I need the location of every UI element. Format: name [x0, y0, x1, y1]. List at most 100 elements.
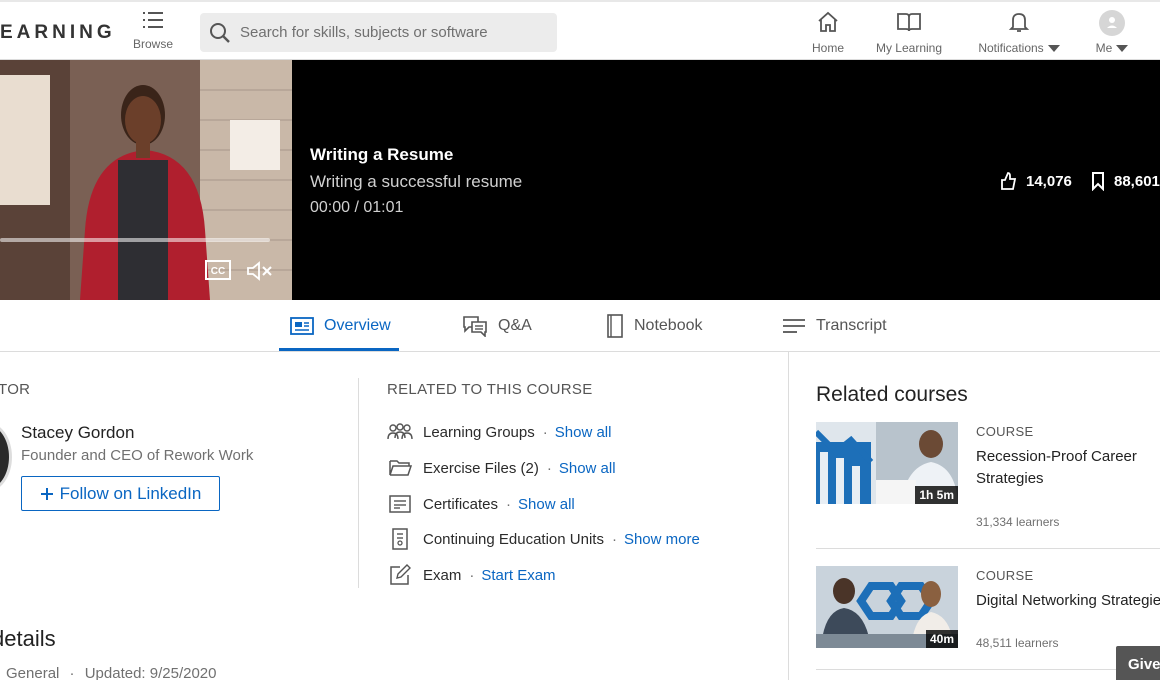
tab-notebook-label: Notebook [634, 317, 703, 334]
related-label: Certificates [423, 495, 499, 513]
course-thumbnail[interactable]: 40m [816, 566, 958, 648]
video-subtitle: Writing a successful resume [310, 172, 523, 191]
show-all-link[interactable]: Show all [555, 424, 612, 441]
nav-notifications-label: Notifications [978, 41, 1044, 55]
related-courses-heading: Related courses [816, 383, 968, 406]
nav-home-label: Home [811, 41, 844, 55]
tab-overview[interactable]: Overview [290, 313, 391, 339]
search-box [200, 13, 557, 52]
save-button[interactable]: 88,601 [1090, 171, 1160, 191]
video-player[interactable]: CC [0, 60, 292, 300]
groups-icon [387, 421, 413, 443]
start-exam-link[interactable]: Start Exam [481, 567, 555, 584]
logo[interactable]: EARNING [0, 22, 116, 44]
related-row-ceu: Continuing Education Units · Show more [387, 527, 700, 551]
tab-transcript[interactable]: Transcript [782, 313, 887, 339]
ceu-icon [387, 528, 413, 550]
tab-qa-label: Q&A [498, 317, 532, 334]
overview-icon [290, 317, 314, 335]
duration-badge: 40m [925, 630, 958, 648]
course-tabs: Overview Q&A Notebook Transcript [0, 300, 1160, 352]
menu-icon [143, 12, 163, 28]
nav-notifications-text: Notifications [970, 41, 1068, 55]
like-button[interactable]: 14,076 [998, 171, 1072, 191]
transcript-icon [783, 319, 805, 333]
follow-label: Follow on LinkedIn [59, 483, 202, 503]
separator-dot: · [611, 530, 617, 548]
learner-count: 31,334 learners [976, 515, 1060, 529]
mute-icon[interactable] [246, 260, 274, 282]
separator-dot: · [469, 566, 475, 584]
course-updated: Updated: 9/25/2020 [84, 665, 217, 680]
video-title: Writing a Resume [310, 145, 454, 164]
course-title[interactable]: Recession-Proof Career Strategies [976, 446, 1160, 490]
nav-me[interactable]: Me [1090, 10, 1134, 55]
show-all-link[interactable]: Show all [518, 496, 575, 513]
give-feedback-button[interactable]: Give [1116, 646, 1160, 680]
instructor-avatar[interactable] [0, 422, 12, 492]
nav-me-label: Me [1095, 41, 1113, 55]
course-type: COURSE [976, 568, 1034, 583]
like-icon [1001, 172, 1017, 190]
closed-captions-icon[interactable]: CC [205, 260, 231, 280]
search-input[interactable] [240, 13, 540, 52]
tab-qa[interactable]: Q&A [462, 313, 532, 339]
card-divider [816, 669, 1160, 670]
course-title-line: Strategies [976, 470, 1044, 487]
course-type: COURSE [976, 424, 1034, 439]
course-details-meta: General · Updated: 9/25/2020 [6, 665, 217, 680]
like-count: 14,076 [1026, 172, 1072, 190]
course-title-line: Recession-Proof Career [976, 448, 1137, 465]
notebook-icon [607, 314, 623, 338]
separator-dot: · [69, 665, 75, 680]
caret-down-icon [1116, 45, 1129, 53]
qa-icon [463, 316, 487, 337]
related-row-certificates: Certificates · Show all [387, 492, 575, 516]
exam-icon [387, 564, 413, 586]
active-tab-indicator [279, 348, 399, 351]
avatar [1099, 10, 1125, 36]
nav-notifications[interactable]: Notifications [970, 10, 1068, 55]
tab-notebook[interactable]: Notebook [606, 313, 703, 339]
show-more-link[interactable]: Show more [624, 531, 700, 548]
nav-my-learning-label: My Learning [875, 41, 943, 55]
browse-button[interactable]: Browse [130, 10, 176, 51]
show-all-link[interactable]: Show all [559, 460, 616, 477]
related-label: Exercise Files (2) [423, 459, 539, 477]
related-course-card[interactable]: 1h 5m COURSE Recession-Proof Career Stra… [816, 422, 1160, 534]
video-hero: CC Writing a Resume Writing a successful… [0, 60, 1160, 300]
plus-icon [40, 487, 53, 500]
separator-dot: · [546, 459, 552, 477]
right-column-divider [788, 352, 789, 680]
save-count: 88,601 [1114, 172, 1160, 190]
course-title-line: Digital Networking Strategies [976, 592, 1160, 609]
course-title[interactable]: Digital Networking Strategies [976, 590, 1160, 612]
bell-icon [1008, 13, 1030, 32]
top-nav: EARNING Browse Home My Learning Notifica… [0, 0, 1160, 60]
caret-down-icon [1047, 45, 1060, 53]
bookmark-icon [1092, 172, 1104, 191]
column-divider [358, 378, 359, 588]
instructor-heading: TOR [0, 381, 31, 398]
browse-label: Browse [132, 37, 173, 51]
card-divider [816, 548, 1160, 549]
instructor-title: Founder and CEO of Rework Work [21, 447, 254, 464]
course-level: General [6, 665, 60, 680]
related-label: Learning Groups [423, 423, 535, 441]
tab-transcript-label: Transcript [816, 317, 887, 334]
certificate-icon [387, 493, 413, 515]
nav-home[interactable]: Home [808, 10, 848, 55]
course-thumbnail[interactable]: 1h 5m [816, 422, 958, 504]
book-icon [897, 13, 921, 32]
related-label: Exam [423, 566, 462, 584]
nav-my-learning[interactable]: My Learning [870, 10, 948, 55]
related-course-card[interactable]: 40m COURSE Digital Networking Strategies… [816, 566, 1160, 666]
instructor-name[interactable]: Stacey Gordon [21, 423, 134, 443]
follow-on-linkedin-button[interactable]: Follow on LinkedIn [21, 476, 220, 511]
video-progress-bar[interactable] [0, 238, 270, 242]
separator-dot: · [542, 423, 548, 441]
related-label: Continuing Education Units [423, 530, 604, 548]
folder-icon [387, 457, 413, 479]
nav-me-text: Me [1090, 41, 1134, 55]
home-icon [818, 11, 838, 32]
